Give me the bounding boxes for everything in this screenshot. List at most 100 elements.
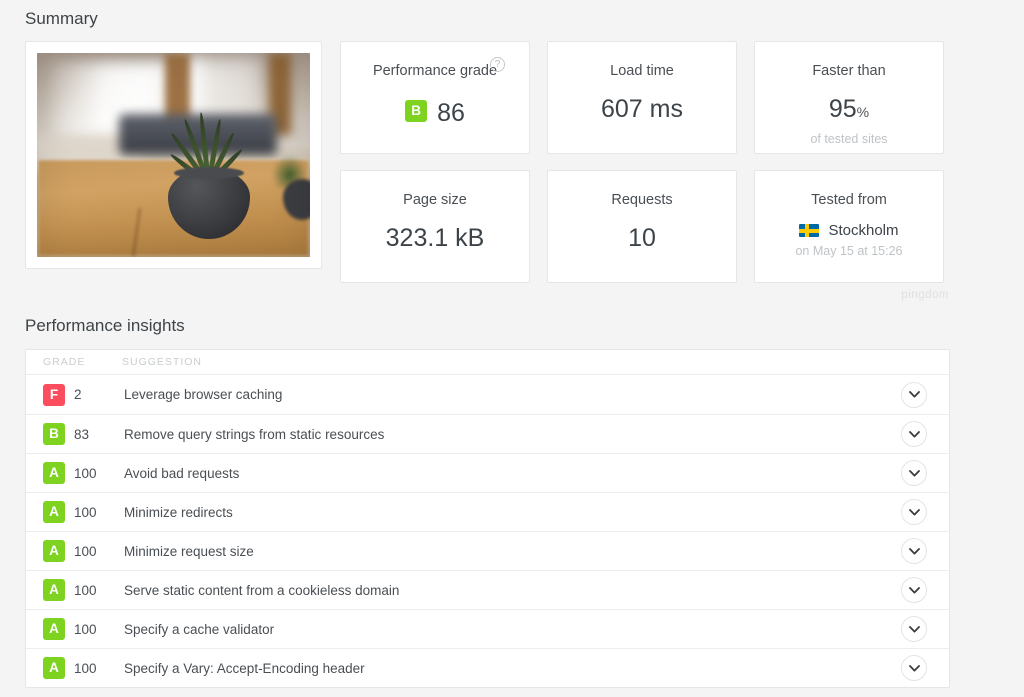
cell-expand [879,499,949,525]
cell-suggestion: Avoid bad requests [122,466,879,481]
chevron-down-icon [909,587,920,594]
cell-grade: A 100 [26,540,122,562]
cell-suggestion: Specify a Vary: Accept-Encoding header [122,661,879,676]
load-time-label: Load time [548,62,736,80]
cell-grade: F 2 [26,384,122,406]
expand-row-button[interactable] [901,538,927,564]
chevron-down-icon [909,626,920,633]
cell-suggestion: Serve static content from a cookieless d… [122,583,879,598]
load-time-value: 607 ms [548,94,736,124]
cell-suggestion: Minimize request size [122,544,879,559]
requests-label: Requests [548,191,736,209]
grade-score: 83 [74,427,89,442]
chevron-down-icon [909,665,920,672]
chevron-down-icon [909,548,920,555]
chevron-down-icon [909,431,920,438]
site-screenshot-image [37,53,310,257]
grade-score: 100 [74,622,97,637]
metric-cards-row-1: Performance grade ? B 86 Load time 607 m… [340,41,944,154]
tested-from-timestamp: on May 15 at 15:26 [755,244,943,258]
grade-badge: A [43,540,65,562]
expand-row-button[interactable] [901,499,927,525]
question-mark-icon[interactable]: ? [490,57,505,72]
performance-grade-card: Performance grade ? B 86 [340,41,530,154]
chevron-down-icon [909,509,920,516]
page-size-value: 323.1 kB [341,223,529,253]
table-body: F 2 Leverage browser caching B 83 Remove… [26,375,949,687]
grade-score: 100 [74,583,97,598]
summary-heading: Summary [25,0,999,32]
grade-badge: A [43,618,65,640]
cell-grade: A 100 [26,618,122,640]
cell-grade: B 83 [26,423,122,445]
chevron-down-icon [909,470,920,477]
grade-score: 86 [437,98,465,128]
column-header-suggestion: SUGGESTION [122,356,879,368]
cell-expand [879,382,949,408]
table-row: F 2 Leverage browser caching [26,375,949,414]
cell-expand [879,655,949,681]
requests-value: 10 [548,223,736,253]
requests-card: Requests 10 [547,170,737,283]
table-row: A 100 Specify a Vary: Accept-Encoding he… [26,648,949,687]
cell-suggestion: Minimize redirects [122,505,879,520]
page-size-card: Page size 323.1 kB [340,170,530,283]
metric-cards: Performance grade ? B 86 Load time 607 m… [340,41,944,283]
grade-badge: A [43,579,65,601]
photo-vignette [37,53,310,257]
grade-score: 100 [74,544,97,559]
speed-test-results-page: Summary [0,0,1024,697]
expand-row-button[interactable] [901,421,927,447]
faster-than-label: Faster than [755,62,943,80]
page-size-label: Page size [341,191,529,209]
cell-grade: A 100 [26,579,122,601]
tested-from-label: Tested from [755,191,943,209]
tested-from-location: Stockholm [755,222,943,239]
table-row: A 100 Minimize redirects [26,492,949,531]
load-time-card: Load time 607 ms [547,41,737,154]
cell-expand [879,616,949,642]
expand-row-button[interactable] [901,460,927,486]
metric-cards-row-2: Page size 323.1 kB Requests 10 Tested fr… [340,170,944,283]
cell-expand [879,538,949,564]
grade-badge: F [43,384,65,406]
table-row: A 100 Serve static content from a cookie… [26,570,949,609]
expand-row-button[interactable] [901,577,927,603]
faster-than-percent: 95 [829,95,857,123]
faster-than-value: 95% [755,94,943,127]
cell-grade: A 100 [26,501,122,523]
cell-suggestion: Leverage browser caching [122,387,879,402]
grade-score: 100 [74,466,97,481]
grade-badge: B [43,423,65,445]
grade-score: 100 [74,661,97,676]
site-thumbnail-card [25,41,322,269]
summary-section: Performance grade ? B 86 Load time 607 m… [25,41,999,283]
tested-from-city: Stockholm [828,222,898,239]
percent-unit: % [857,104,869,120]
grade-badge: A [43,462,65,484]
grade-score: 2 [74,387,82,402]
cell-grade: A 100 [26,462,122,484]
expand-row-button[interactable] [901,616,927,642]
table-row: A 100 Minimize request size [26,531,949,570]
pingdom-watermark: pingdom [25,289,950,301]
faster-than-card: Faster than 95% of tested sites [754,41,944,154]
grade-badge: B [405,100,427,122]
tested-from-card: Tested from Stockholm on May 15 at 15:26 [754,170,944,283]
table-row: A 100 Avoid bad requests [26,453,949,492]
cell-grade: A 100 [26,657,122,679]
table-row: A 100 Specify a cache validator [26,609,949,648]
expand-row-button[interactable] [901,655,927,681]
table-row: B 83 Remove query strings from static re… [26,414,949,453]
cell-expand [879,577,949,603]
cell-expand [879,460,949,486]
chevron-down-icon [909,391,920,398]
faster-than-subtext: of tested sites [755,132,943,146]
column-header-grade: GRADE [26,356,122,368]
sweden-flag-icon [799,224,819,237]
performance-insights-table: GRADE SUGGESTION F 2 Leverage browser ca… [25,349,950,688]
cell-suggestion: Remove query strings from static resourc… [122,427,879,442]
grade-badge: A [43,657,65,679]
expand-row-button[interactable] [901,382,927,408]
performance-grade-value: B 86 [341,94,529,128]
